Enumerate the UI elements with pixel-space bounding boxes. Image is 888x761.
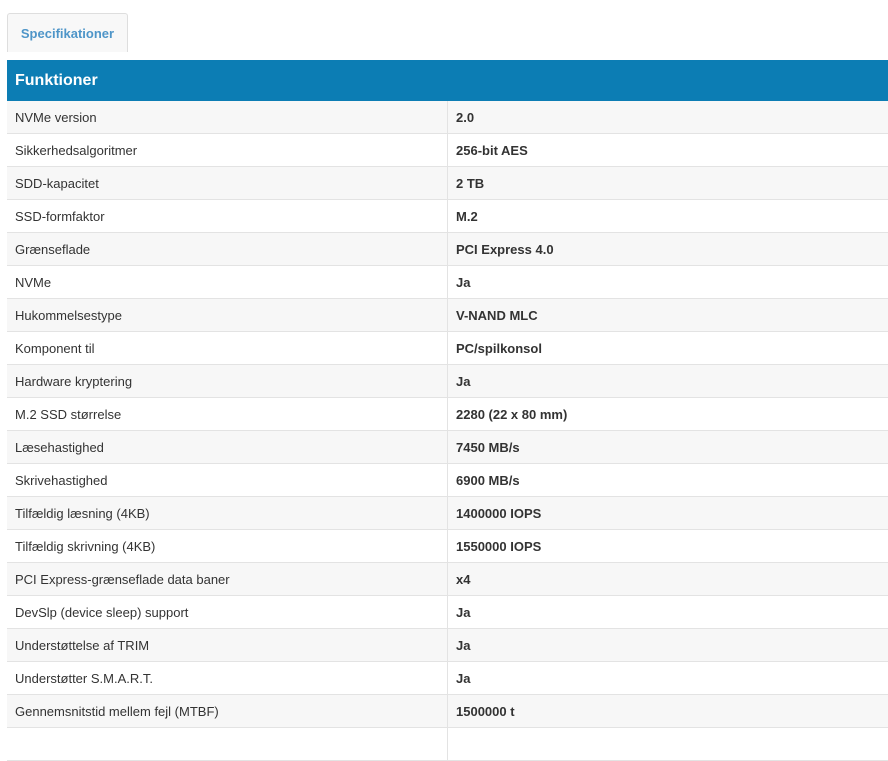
section-header-row: Funktioner: [7, 60, 888, 101]
table-row: NVMeJa: [7, 266, 888, 299]
section-title: Funktioner: [7, 60, 888, 101]
table-row: GrænsefladePCI Express 4.0: [7, 233, 888, 266]
tab-specifikationer[interactable]: Specifikationer: [7, 13, 128, 52]
table-row: M.2 SSD størrelse2280 (22 x 80 mm): [7, 398, 888, 431]
table-row: Hardware krypteringJa: [7, 365, 888, 398]
spec-value: [448, 728, 888, 761]
spec-label: Hardware kryptering: [7, 365, 448, 398]
specifications-body: NVMe version2.0Sikkerhedsalgoritmer256-b…: [7, 101, 888, 761]
spec-label: Tilfældig læsning (4KB): [7, 497, 448, 530]
spec-value: 256-bit AES: [448, 134, 888, 167]
spec-value: 1500000 t: [448, 695, 888, 728]
spec-value: V-NAND MLC: [448, 299, 888, 332]
table-row: Læsehastighed7450 MB/s: [7, 431, 888, 464]
spec-label: DevSlp (device sleep) support: [7, 596, 448, 629]
tab-bar: Specifikationer: [0, 0, 888, 60]
table-row: NVMe version2.0: [7, 101, 888, 134]
specifications-table: Funktioner NVMe version2.0Sikkerhedsalgo…: [7, 60, 888, 761]
spec-value: PC/spilkonsol: [448, 332, 888, 365]
spec-value: 2280 (22 x 80 mm): [448, 398, 888, 431]
table-row: SSD-formfaktorM.2: [7, 200, 888, 233]
spec-value: Ja: [448, 266, 888, 299]
spec-label: [7, 728, 448, 761]
spec-value: M.2: [448, 200, 888, 233]
spec-value: Ja: [448, 365, 888, 398]
spec-label: Tilfældig skrivning (4KB): [7, 530, 448, 563]
table-row: Understøtter S.M.A.R.T.Ja: [7, 662, 888, 695]
tab-label: Specifikationer: [21, 26, 114, 41]
table-row: Tilfældig læsning (4KB)1400000 IOPS: [7, 497, 888, 530]
spec-label: Understøttelse af TRIM: [7, 629, 448, 662]
spec-value: 1550000 IOPS: [448, 530, 888, 563]
spec-label: SSD-formfaktor: [7, 200, 448, 233]
spec-label: Læsehastighed: [7, 431, 448, 464]
spec-value: PCI Express 4.0: [448, 233, 888, 266]
spec-label: Hukommelsestype: [7, 299, 448, 332]
table-row: [7, 728, 888, 761]
table-row: Skrivehastighed6900 MB/s: [7, 464, 888, 497]
spec-label: Komponent til: [7, 332, 448, 365]
spec-label: NVMe: [7, 266, 448, 299]
spec-label: Gennemsnitstid mellem fejl (MTBF): [7, 695, 448, 728]
spec-label: NVMe version: [7, 101, 448, 134]
spec-label: SDD-kapacitet: [7, 167, 448, 200]
table-row: Komponent tilPC/spilkonsol: [7, 332, 888, 365]
table-row: SDD-kapacitet2 TB: [7, 167, 888, 200]
spec-value: 2.0: [448, 101, 888, 134]
spec-label: Understøtter S.M.A.R.T.: [7, 662, 448, 695]
spec-value: 2 TB: [448, 167, 888, 200]
table-row: Tilfældig skrivning (4KB)1550000 IOPS: [7, 530, 888, 563]
table-row: Gennemsnitstid mellem fejl (MTBF)1500000…: [7, 695, 888, 728]
spec-value: 6900 MB/s: [448, 464, 888, 497]
spec-value: x4: [448, 563, 888, 596]
spec-value: 1400000 IOPS: [448, 497, 888, 530]
table-row: PCI Express-grænseflade data banerx4: [7, 563, 888, 596]
spec-value: Ja: [448, 662, 888, 695]
spec-label: Skrivehastighed: [7, 464, 448, 497]
spec-label: Sikkerhedsalgoritmer: [7, 134, 448, 167]
table-row: DevSlp (device sleep) supportJa: [7, 596, 888, 629]
spec-value: 7450 MB/s: [448, 431, 888, 464]
table-row: Sikkerhedsalgoritmer256-bit AES: [7, 134, 888, 167]
table-row: HukommelsestypeV-NAND MLC: [7, 299, 888, 332]
spec-label: M.2 SSD størrelse: [7, 398, 448, 431]
spec-value: Ja: [448, 629, 888, 662]
spec-label: Grænseflade: [7, 233, 448, 266]
table-row: Understøttelse af TRIMJa: [7, 629, 888, 662]
spec-value: Ja: [448, 596, 888, 629]
spec-label: PCI Express-grænseflade data baner: [7, 563, 448, 596]
